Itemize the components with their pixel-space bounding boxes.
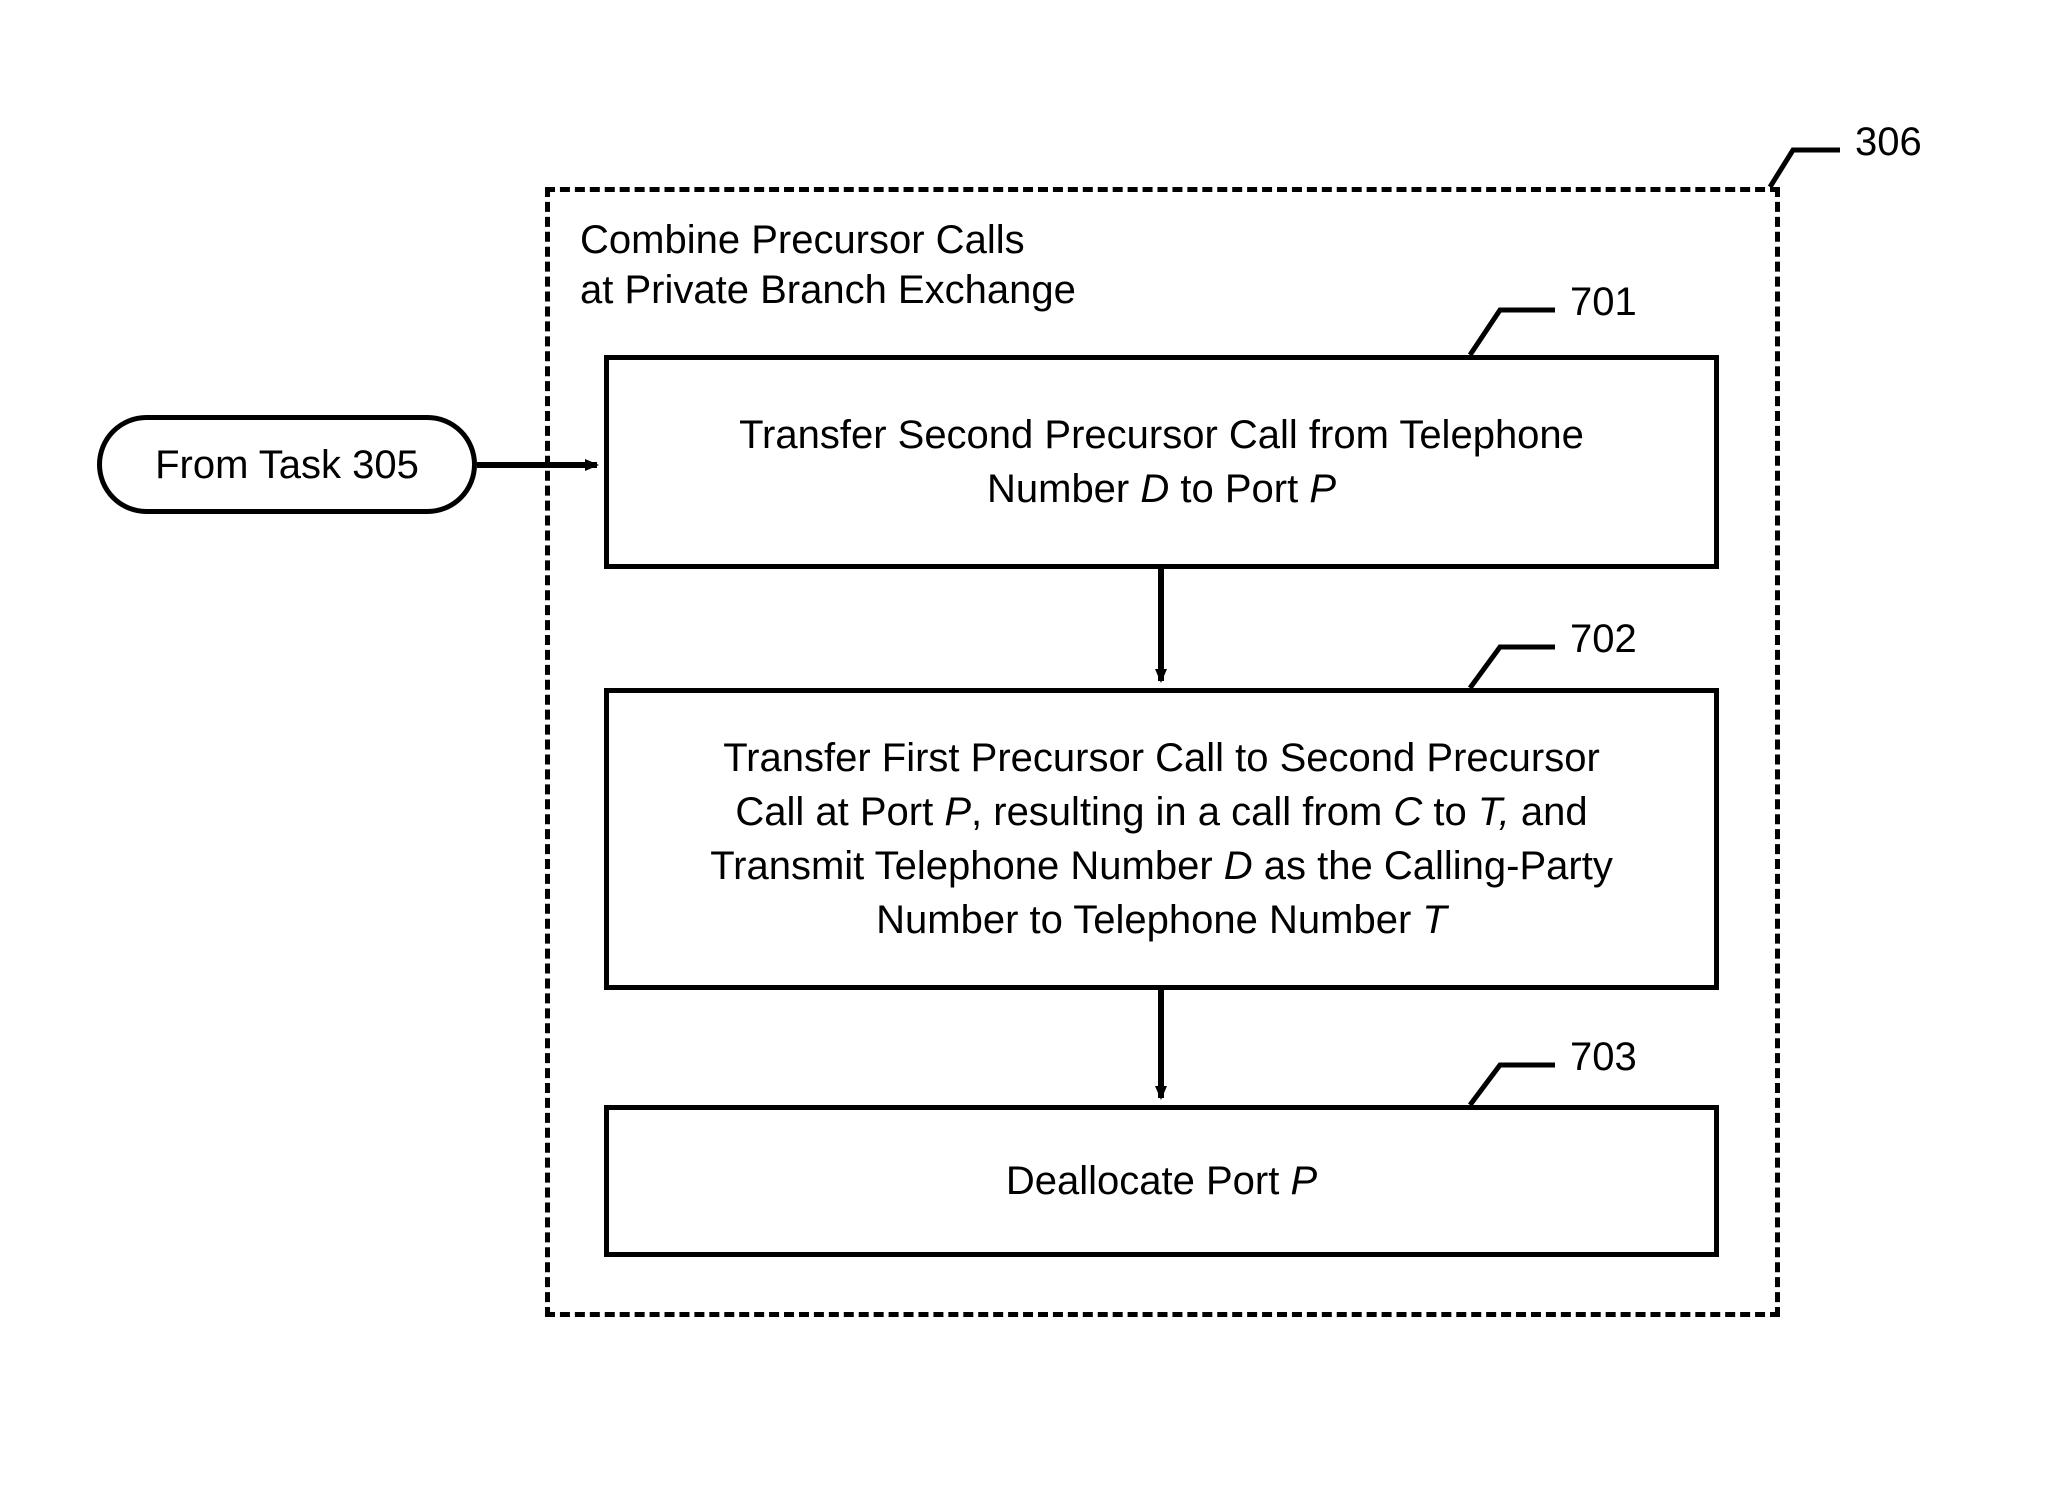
block-702: Transfer First Precursor Call to Second … <box>604 688 1719 990</box>
start-node-label: From Task 305 <box>155 438 419 492</box>
start-node-from-task-305: From Task 305 <box>97 415 477 514</box>
block-701: Transfer Second Precursor Call from Tele… <box>604 355 1719 569</box>
ref-701: 701 <box>1570 280 1637 325</box>
block-703: Deallocate Port P <box>604 1105 1719 1257</box>
diagram-canvas: 306 Combine Precursor Calls at Private B… <box>0 0 2054 1502</box>
container-title-line2: at Private Branch Exchange <box>580 268 1076 312</box>
ref-306: 306 <box>1855 120 1922 165</box>
container-title-line1: Combine Precursor Calls <box>580 218 1025 262</box>
block-703-text: Deallocate Port P <box>1006 1154 1317 1208</box>
ref-703: 703 <box>1570 1035 1637 1080</box>
block-702-text: Transfer First Precursor Call to Second … <box>710 731 1613 947</box>
block-701-text: Transfer Second Precursor Call from Tele… <box>739 408 1584 516</box>
container-title: Combine Precursor Calls at Private Branc… <box>580 215 1280 315</box>
ref-702: 702 <box>1570 617 1637 662</box>
